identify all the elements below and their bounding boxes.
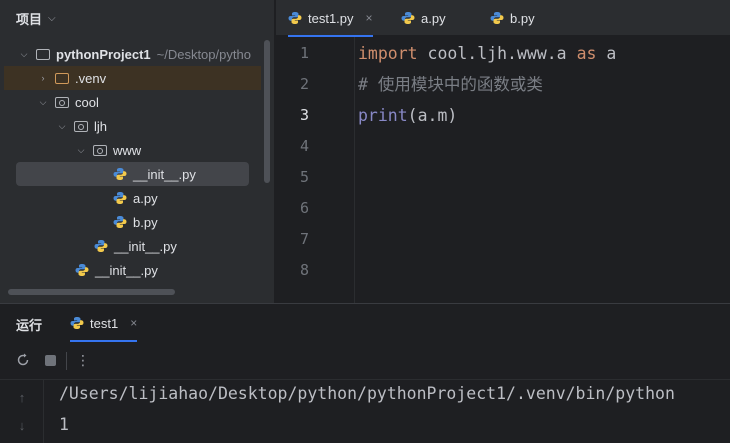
chevron-down-icon[interactable]: ⌵ — [56, 121, 68, 132]
builtin-print: print — [358, 106, 408, 125]
python-file-icon — [113, 168, 127, 180]
code-line-3[interactable]: print(a.m) — [358, 100, 457, 131]
module-alias: a — [596, 44, 617, 63]
tree-item-path: ~/Desktop/pytho — [156, 46, 251, 62]
python-file-icon — [490, 12, 504, 24]
line-number: 7 — [299, 230, 309, 248]
tree-item-cool[interactable]: ⌵ cool — [37, 90, 99, 114]
console-sidebar: ↑ ↓ — [0, 380, 44, 443]
run-title: 运行 — [16, 318, 43, 333]
rerun-icon[interactable] — [15, 352, 31, 368]
tree-item-label: cool — [75, 94, 99, 110]
line-number: 4 — [299, 137, 309, 155]
toolbar-separator — [66, 352, 67, 370]
run-panel: 运行 test1 × ⋮ ↑ ↓ /Users/lijiahao/Desktop… — [0, 303, 730, 443]
python-file-icon — [70, 317, 84, 329]
tree-item-ljh[interactable]: ⌵ ljh — [56, 114, 107, 138]
keyword-as: as — [576, 44, 597, 63]
chevron-down-icon[interactable]: ⌵ — [37, 97, 49, 108]
editor-tabs: test1.py × a.py b.py — [276, 0, 730, 37]
close-icon[interactable]: × — [366, 11, 373, 25]
python-file-icon — [401, 12, 415, 24]
tab-label: a.py — [421, 10, 446, 26]
folder-icon — [55, 72, 69, 84]
package-icon — [55, 96, 69, 108]
tree-item-www-init[interactable]: __init__.py — [16, 162, 249, 186]
line-number: 6 — [299, 199, 309, 217]
tree-item-pythonproject1[interactable]: ⌵ pythonProject1 ~/Desktop/pytho — [18, 42, 263, 66]
arrow-up-icon[interactable]: ↑ — [15, 390, 29, 405]
folder-icon — [36, 48, 50, 60]
chevron-right-icon[interactable]: › — [37, 73, 49, 83]
tab-label: test1.py — [308, 10, 354, 26]
run-tab-label: test1 — [90, 315, 119, 331]
tree-item-label: a.py — [133, 190, 158, 206]
chevron-down-icon: ⌵ — [48, 12, 56, 24]
line-number: 2 — [299, 75, 309, 93]
tab-b-py[interactable]: b.py — [490, 0, 535, 36]
line-number: 5 — [299, 168, 309, 186]
run-tab-test1[interactable]: test1 × — [70, 304, 138, 342]
call-args: (a.m) — [407, 106, 458, 125]
more-vertical-icon[interactable]: ⋮ — [75, 352, 91, 368]
tree-item-label: www — [113, 142, 142, 158]
project-header[interactable]: 项目 ⌵ — [16, 9, 56, 27]
tree-item-b-py[interactable]: b.py — [113, 210, 158, 234]
tree-item-www[interactable]: ⌵ www — [75, 138, 142, 162]
project-header-label: 项目 — [16, 11, 43, 27]
module-path: cool.ljh.www.a — [417, 44, 577, 63]
python-file-icon — [288, 12, 302, 24]
console-output-line: 1 — [59, 415, 69, 434]
python-file-icon — [75, 264, 89, 276]
close-icon[interactable]: × — [130, 316, 137, 330]
tree-item-label: pythonProject1 — [56, 46, 151, 62]
tree-item-ljh-init[interactable]: __init__.py — [94, 234, 177, 258]
package-icon — [93, 144, 107, 156]
python-file-icon — [113, 192, 127, 204]
tree-item-venv[interactable]: › .venv — [4, 66, 261, 90]
horizontal-scrollbar[interactable] — [8, 289, 175, 295]
code-comment: # 使用模块中的函数或类 — [358, 75, 543, 94]
code-line-1[interactable]: import cool.ljh.www.a as a — [358, 38, 616, 69]
line-number: 1 — [299, 44, 309, 62]
line-number-current: 3 — [299, 106, 309, 124]
chevron-down-icon[interactable]: ⌵ — [75, 145, 87, 156]
tree-item-label: __init__.py — [95, 262, 158, 278]
tree-item-label: ljh — [94, 118, 108, 134]
line-number: 8 — [299, 261, 309, 279]
tab-a-py[interactable]: a.py — [401, 0, 446, 36]
tree-item-label: __init__.py — [133, 166, 196, 182]
chevron-down-icon[interactable]: ⌵ — [18, 49, 30, 60]
keyword-import: import — [358, 44, 418, 63]
console-output-line: /Users/lijiahao/Desktop/python/pythonPro… — [59, 384, 675, 403]
code-editor[interactable]: 1 2 3 4 5 6 7 8 import cool.ljh.www.a as… — [276, 37, 730, 303]
code-line-2[interactable]: # 使用模块中的函数或类 — [358, 69, 543, 100]
run-toolbar: ⋮ — [0, 342, 730, 380]
tree-item-cool-init[interactable]: __init__.py — [75, 258, 158, 282]
arrow-down-icon[interactable]: ↓ — [15, 418, 29, 433]
tab-test1-py[interactable]: test1.py × — [288, 0, 373, 37]
tree-item-a-py[interactable]: a.py — [113, 186, 158, 210]
project-panel: 项目 ⌵ ⌵ pythonProject1 ~/Desktop/pytho › … — [0, 0, 275, 303]
package-icon — [74, 120, 88, 132]
tree-item-label: .venv — [75, 70, 107, 86]
python-file-icon — [113, 216, 127, 228]
tree-item-label: __init__.py — [114, 238, 177, 254]
tab-label: b.py — [510, 10, 535, 26]
run-header: 运行 test1 × — [0, 304, 730, 342]
line-number-gutter: 1 2 3 4 5 6 7 8 — [276, 37, 355, 303]
python-file-icon — [94, 240, 108, 252]
vertical-scrollbar[interactable] — [264, 40, 270, 183]
tree-item-label: b.py — [133, 214, 158, 230]
stop-icon[interactable] — [42, 352, 58, 368]
